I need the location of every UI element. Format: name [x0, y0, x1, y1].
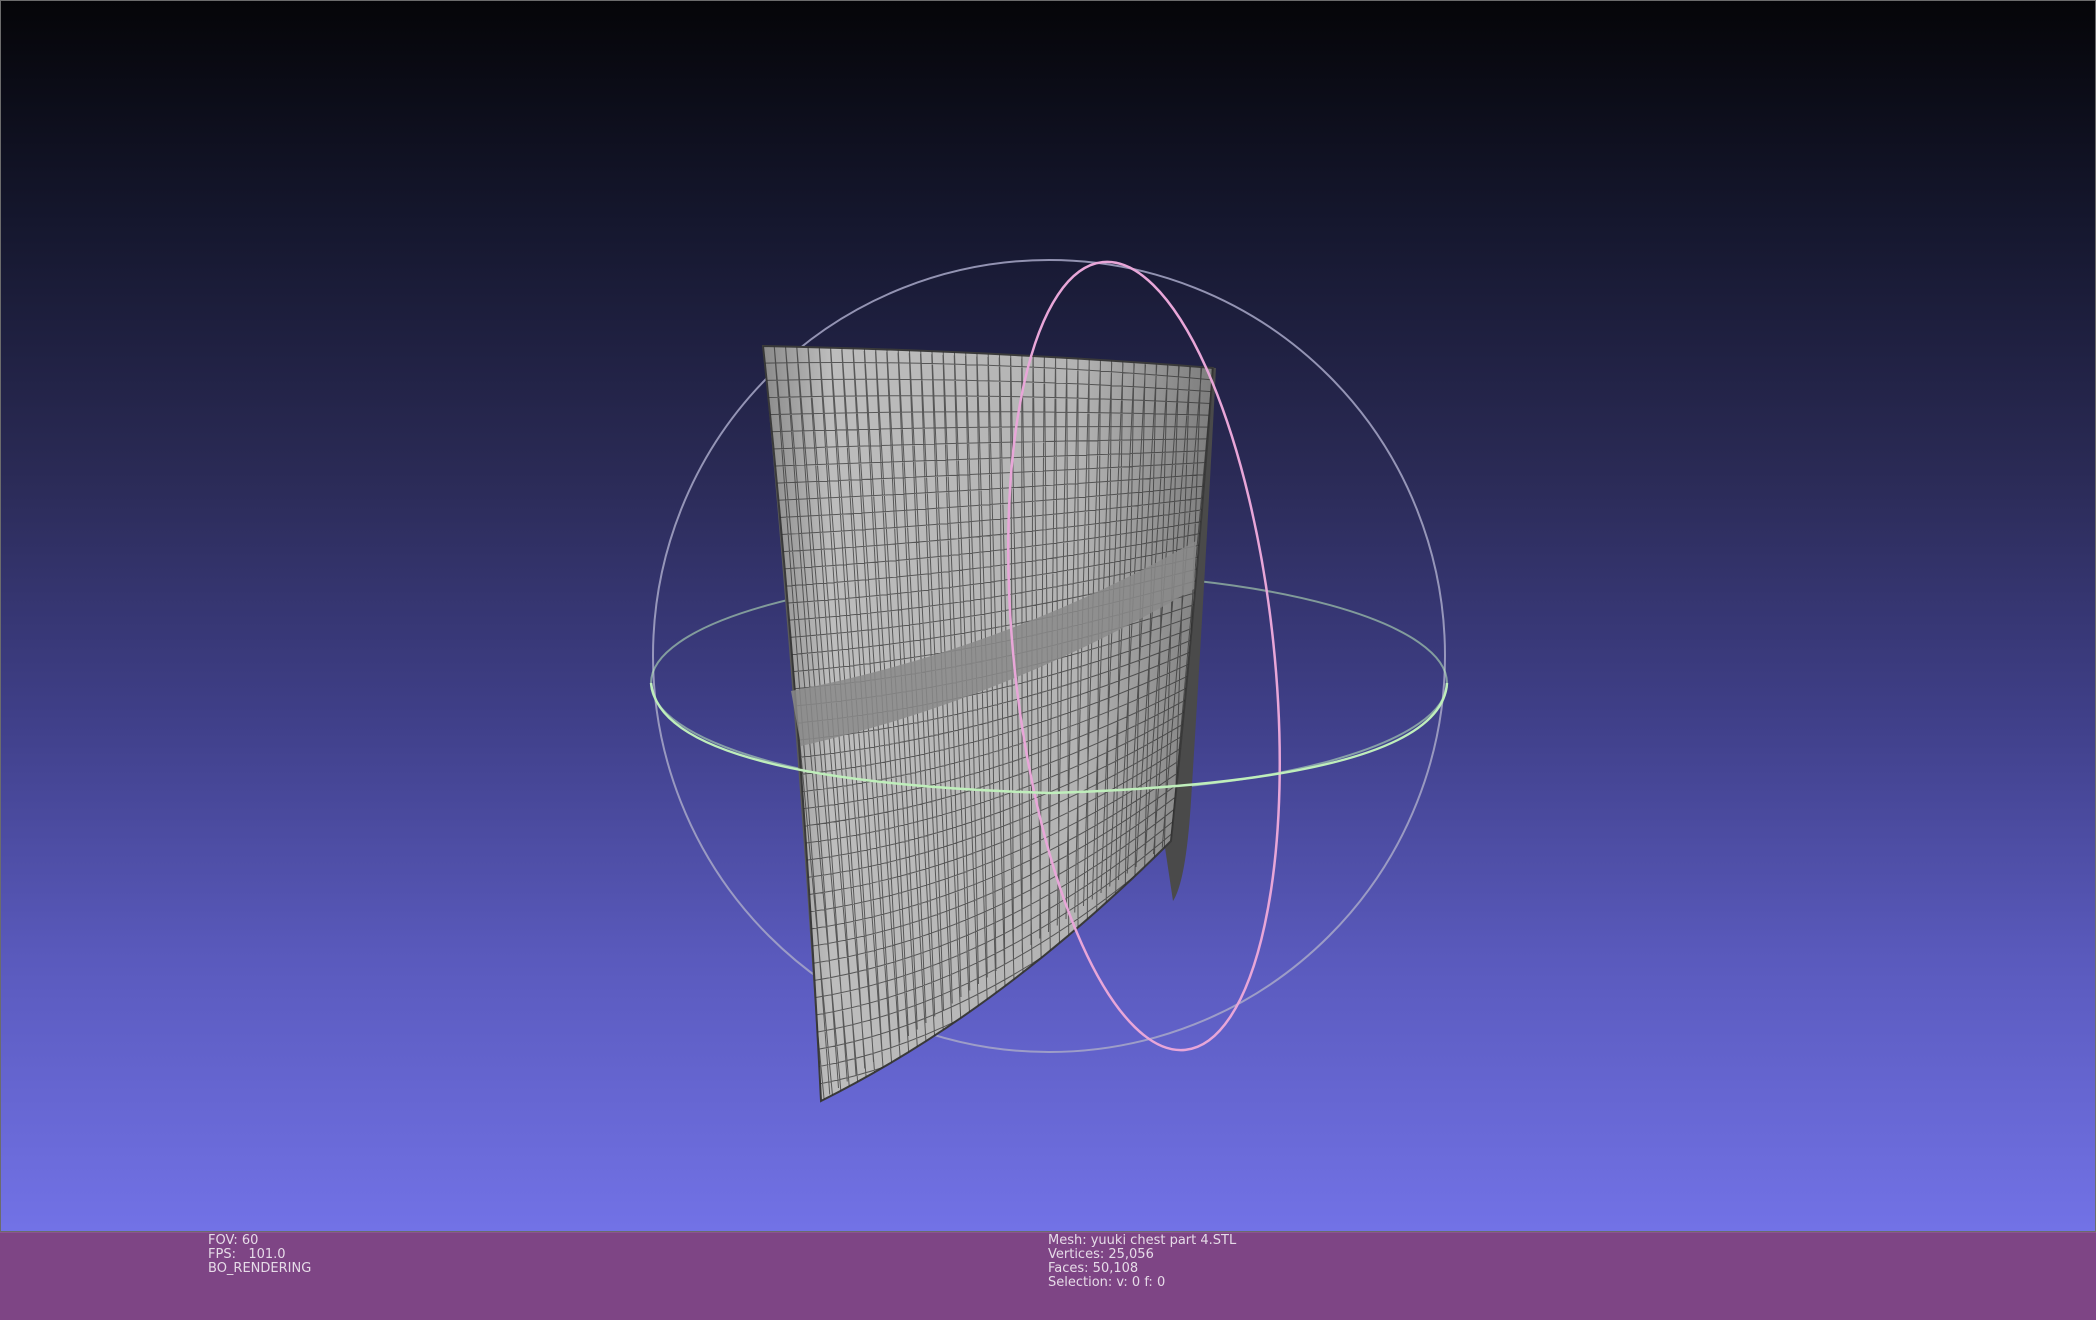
mesh-wireframe [763, 346, 1213, 1101]
selection-label: Selection: v: 0 f: 0 [1048, 1275, 1166, 1290]
mesh-object[interactable] [313, 344, 1215, 1103]
status-bar: FOV: 60 FPS: 101.0 BO_RENDERING Mesh: yu… [0, 1232, 2096, 1320]
mesh-info-panel: Mesh: yuuki chest part 4.STL Vertices: 2… [1048, 1234, 1236, 1290]
wireframe-lines [763, 346, 1213, 1101]
faces-label: Faces: 50,108 [1048, 1261, 1139, 1276]
mesh-name-label: Mesh: yuuki chest part 4.STL [1048, 1233, 1237, 1248]
fps-label: FPS: 101.0 [208, 1247, 286, 1262]
3d-viewport[interactable] [0, 0, 2096, 1232]
render-mode-label: BO_RENDERING [208, 1261, 312, 1276]
fov-label: FOV: 60 [208, 1233, 259, 1248]
scene-canvas[interactable] [1, 1, 2096, 1232]
vertices-label: Vertices: 25,056 [1048, 1247, 1154, 1262]
render-info-panel: FOV: 60 FPS: 101.0 BO_RENDERING [208, 1234, 311, 1276]
